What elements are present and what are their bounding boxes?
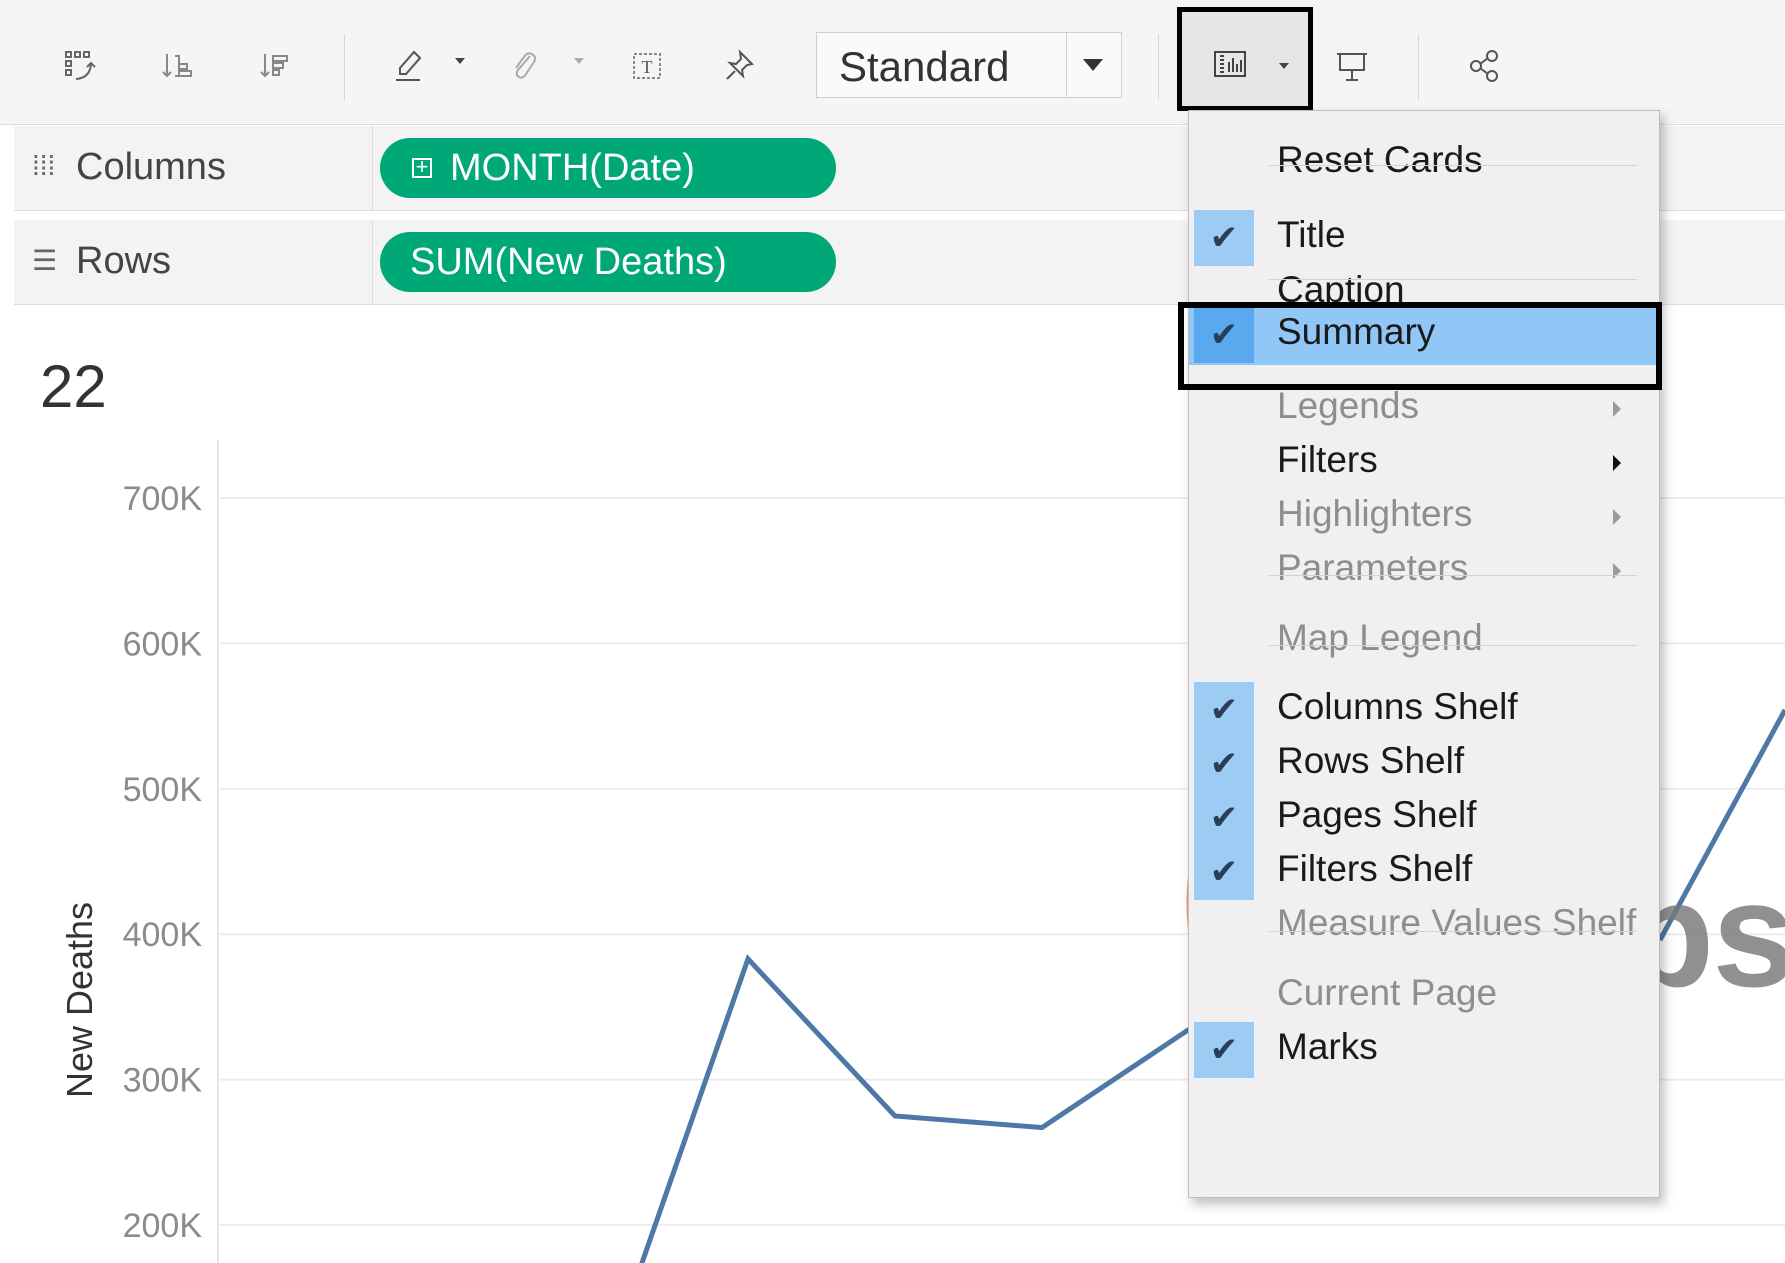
sort-ascending-icon[interactable]	[152, 40, 204, 92]
menu-item-label: Map Legend	[1277, 617, 1483, 658]
menu-item-label: Current Page	[1277, 972, 1498, 1013]
highlight-caret-icon[interactable]	[455, 58, 465, 64]
rows-pill-label: SUM(New Deaths)	[410, 240, 727, 283]
y-tick-label: 500K	[123, 771, 203, 809]
menu-item-filters-shelf[interactable]: ✔ Filters Shelf	[1189, 842, 1659, 902]
menu-item-filters[interactable]: Filters	[1189, 433, 1659, 493]
menu-item-highlighters[interactable]: Highlighters	[1189, 487, 1659, 547]
summary-highlight-box	[1178, 302, 1662, 390]
y-tick-label: 300K	[123, 1062, 203, 1100]
svg-text:T: T	[642, 57, 653, 77]
y-axis-ticks: 700K 600K 500K 400K 300K 200K	[123, 480, 203, 1245]
swap-icon[interactable]	[54, 40, 106, 92]
rows-shelf-label-area: ☰ Rows	[14, 220, 373, 304]
checkmark-icon: ✔	[1194, 210, 1254, 266]
columns-shelf-label: Columns	[76, 146, 226, 188]
menu-item-label: Rows Shelf	[1277, 740, 1465, 781]
checkmark-icon: ✔	[1194, 790, 1254, 846]
menu-item-rows-shelf[interactable]: ✔ Rows Shelf	[1189, 734, 1659, 794]
sort-descending-icon[interactable]	[250, 40, 302, 92]
submenu-arrow-icon	[1613, 455, 1621, 471]
columns-icon: ⁞⁞⁞	[32, 150, 56, 181]
menu-item-reset-cards[interactable]: Reset Cards	[1189, 133, 1659, 193]
menu-item-label: Parameters	[1277, 547, 1469, 588]
checkmark-icon: ✔	[1194, 736, 1254, 792]
menu-item-pages-shelf[interactable]: ✔ Pages Shelf	[1189, 788, 1659, 848]
fit-dropdown-value: Standard	[839, 43, 1010, 90]
fit-dropdown-arrow[interactable]	[1066, 33, 1121, 97]
columns-pill[interactable]: + MONTH(Date)	[380, 138, 836, 198]
menu-item-label: Measure Values Shelf	[1277, 902, 1637, 943]
show-hide-cards-icon	[1204, 38, 1256, 90]
fit-dropdown[interactable]: Standard	[816, 32, 1122, 98]
submenu-arrow-icon	[1613, 401, 1621, 417]
pin-icon[interactable]	[714, 40, 766, 92]
group-caret-icon[interactable]	[574, 58, 584, 64]
menu-item-label: Filters	[1277, 439, 1378, 480]
y-tick-label: 600K	[123, 625, 203, 663]
columns-shelf-label-area: ⁞⁞⁞ Columns	[14, 126, 373, 210]
rows-shelf-label: Rows	[76, 240, 172, 282]
menu-separator	[1269, 279, 1637, 280]
presentation-icon[interactable]	[1326, 40, 1378, 92]
chevron-down-icon	[1083, 59, 1103, 71]
rows-pill[interactable]: SUM(New Deaths)	[380, 232, 836, 292]
expand-plus-icon[interactable]: +	[412, 156, 432, 178]
y-axis-label: New Deaths	[59, 902, 100, 1098]
checkmark-icon: ✔	[1194, 844, 1254, 900]
menu-item-columns-shelf[interactable]: ✔ Columns Shelf	[1189, 680, 1659, 740]
menu-item-label: Legends	[1277, 385, 1419, 426]
menu-item-label: Pages Shelf	[1277, 794, 1477, 835]
show-hide-cards-menu: Reset Cards ✔ Title Caption ✔ Summary Legends F…	[1188, 110, 1660, 1198]
menu-item-label: Title	[1277, 214, 1346, 255]
menu-item-label: Columns Shelf	[1277, 686, 1518, 727]
menu-separator	[1269, 645, 1637, 646]
rows-icon: ☰	[32, 245, 58, 276]
labels-icon[interactable]: T	[622, 40, 674, 92]
menu-item-parameters[interactable]: Parameters	[1189, 541, 1659, 601]
columns-pill-label: MONTH(Date)	[450, 146, 695, 189]
menu-item-measure-values-shelf[interactable]: Measure Values Shelf	[1189, 896, 1659, 956]
submenu-arrow-icon	[1613, 563, 1621, 579]
show-hide-cards-button[interactable]	[1177, 7, 1313, 111]
submenu-arrow-icon	[1613, 509, 1621, 525]
share-icon[interactable]	[1458, 40, 1510, 92]
highlight-icon[interactable]	[384, 40, 436, 92]
toolbar: T Standard	[0, 0, 1785, 125]
menu-item-current-page[interactable]: Current Page	[1189, 966, 1659, 1026]
menu-item-label: Highlighters	[1277, 493, 1473, 534]
menu-item-label: Reset Cards	[1277, 139, 1483, 180]
series-line-continuation[interactable]	[1657, 708, 1785, 942]
menu-item-title[interactable]: ✔ Title	[1189, 208, 1659, 268]
checkmark-icon: ✔	[1194, 682, 1254, 738]
y-tick-label: 200K	[123, 1207, 203, 1245]
menu-item-label: Marks	[1277, 1026, 1378, 1067]
group-paperclip-icon[interactable]	[498, 40, 550, 92]
show-hide-caret-icon	[1279, 63, 1289, 69]
menu-separator	[1269, 165, 1637, 166]
checkmark-icon: ✔	[1194, 1022, 1254, 1078]
y-tick-label: 400K	[123, 916, 203, 954]
menu-separator	[1269, 575, 1637, 576]
menu-item-marks[interactable]: ✔ Marks	[1189, 1020, 1659, 1080]
y-tick-label: 700K	[123, 480, 203, 518]
menu-separator	[1269, 931, 1637, 932]
series-line[interactable]	[639, 954, 1192, 1263]
menu-item-map-legend[interactable]: Map Legend	[1189, 611, 1659, 671]
menu-item-label: Filters Shelf	[1277, 848, 1473, 889]
